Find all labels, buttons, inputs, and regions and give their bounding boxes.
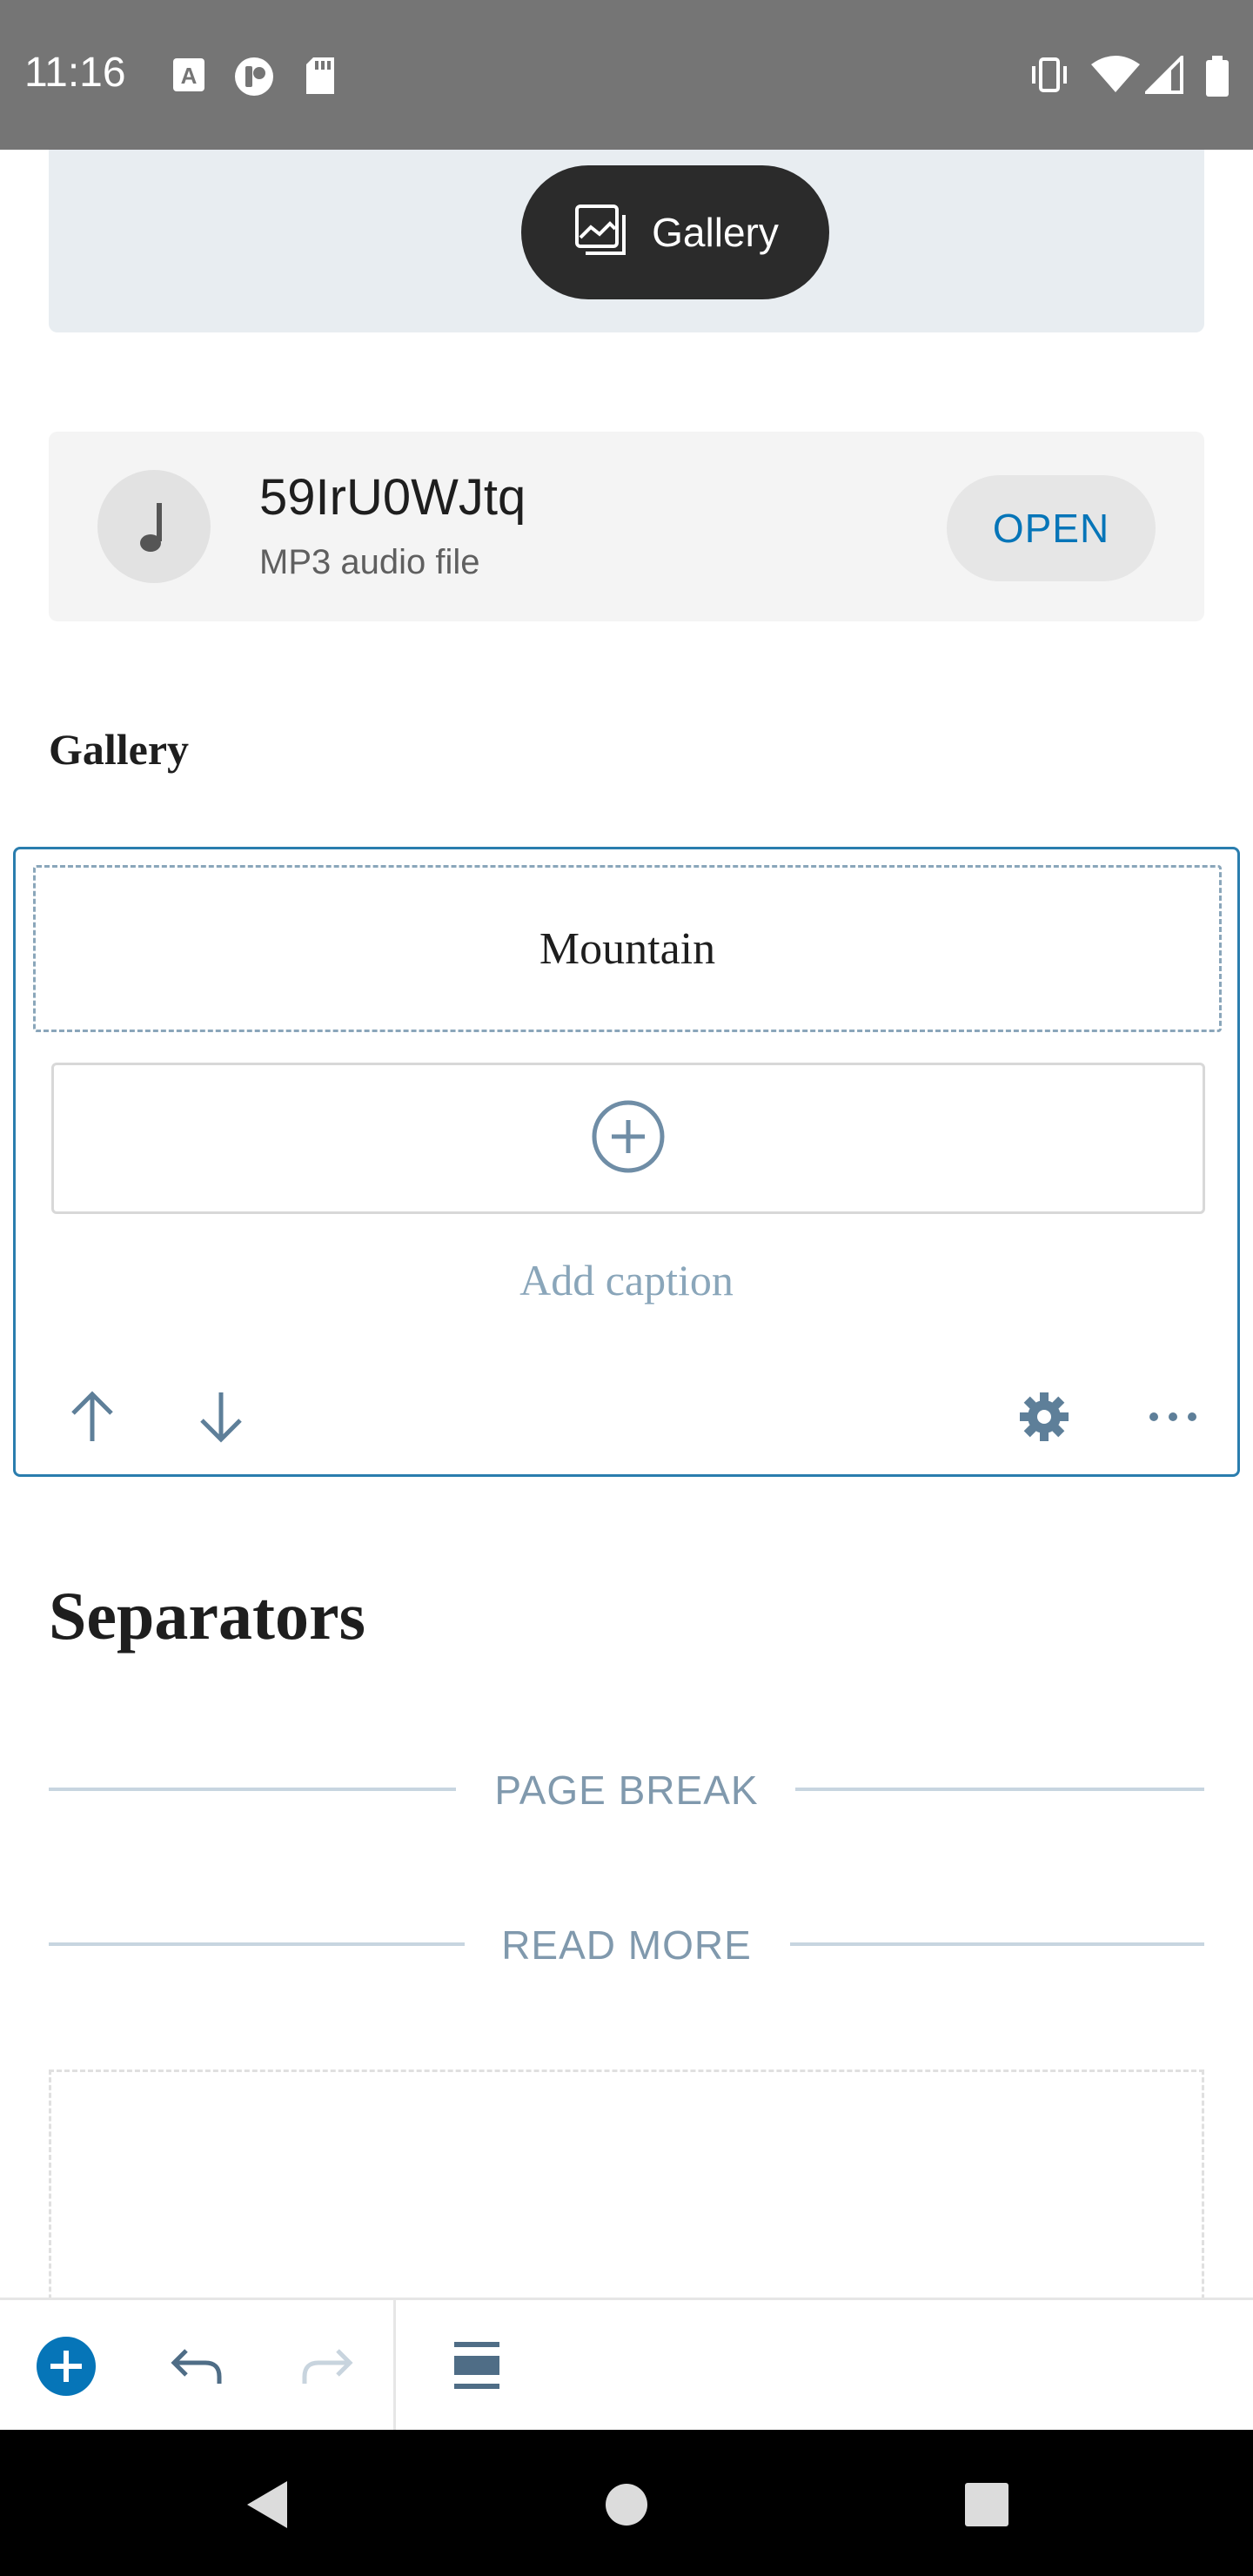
app-badge-icon	[233, 56, 275, 102]
read-more-block[interactable]: READ MORE	[49, 1909, 1204, 1979]
gallery-banner: Gallery	[49, 150, 1204, 332]
svg-text:A: A	[181, 63, 198, 89]
editor-toolbar	[0, 2298, 1253, 2432]
open-button[interactable]: OPEN	[947, 475, 1156, 581]
home-icon[interactable]	[583, 2461, 670, 2548]
gallery-image-item[interactable]: Mountain	[33, 865, 1222, 1032]
signal-icon	[1142, 53, 1183, 98]
arrow-down-icon[interactable]	[186, 1382, 256, 1452]
gallery-image-caption: Mountain	[539, 923, 716, 974]
gear-icon[interactable]	[1009, 1382, 1079, 1452]
page-break-line-right	[795, 1788, 1204, 1791]
battery-icon	[1204, 56, 1230, 102]
gallery-icon	[572, 201, 631, 265]
gallery-button-label: Gallery	[652, 210, 779, 255]
editor-content[interactable]: Gallery 59IrU0WJtq MP3 audio file OPEN G…	[0, 150, 1253, 2298]
status-time: 11:16	[24, 50, 126, 96]
audio-file-type: MP3 audio file	[259, 543, 480, 581]
add-block-icon[interactable]	[23, 2323, 110, 2410]
gallery-button[interactable]: Gallery	[521, 165, 829, 299]
gallery-heading[interactable]: Gallery	[49, 724, 189, 775]
add-image-button[interactable]	[51, 1063, 1205, 1214]
recents-icon[interactable]	[943, 2461, 1030, 2548]
vibrate-icon	[1027, 56, 1072, 98]
empty-block-placeholder[interactable]	[49, 2070, 1204, 2298]
page-break-block[interactable]: PAGE BREAK	[49, 1754, 1204, 1824]
navigation-bar	[0, 2430, 1253, 2576]
redo-icon	[284, 2323, 371, 2410]
music-note-icon	[97, 470, 211, 583]
separators-heading[interactable]: Separators	[49, 1577, 365, 1655]
plus-circle-icon	[589, 1097, 667, 1180]
read-more-line-right	[790, 1942, 1204, 1946]
gallery-block[interactable]: Mountain Add caption	[13, 847, 1240, 1477]
undo-icon[interactable]	[153, 2323, 240, 2410]
layout-icon[interactable]	[433, 2323, 520, 2410]
audio-file-block[interactable]: 59IrU0WJtq MP3 audio file OPEN	[49, 432, 1204, 621]
toolbar-divider	[393, 2300, 396, 2432]
status-bar: 11:16 A	[0, 0, 1253, 150]
more-horizontal-icon[interactable]	[1138, 1382, 1208, 1452]
sd-card-icon	[303, 56, 338, 100]
audio-file-title: 59IrU0WJtq	[259, 469, 526, 526]
wifi-icon	[1089, 56, 1142, 98]
keyboard-a-icon: A	[171, 56, 207, 98]
add-caption-field[interactable]: Add caption	[16, 1255, 1237, 1305]
arrow-up-icon[interactable]	[57, 1382, 127, 1452]
back-icon[interactable]	[223, 2461, 310, 2548]
